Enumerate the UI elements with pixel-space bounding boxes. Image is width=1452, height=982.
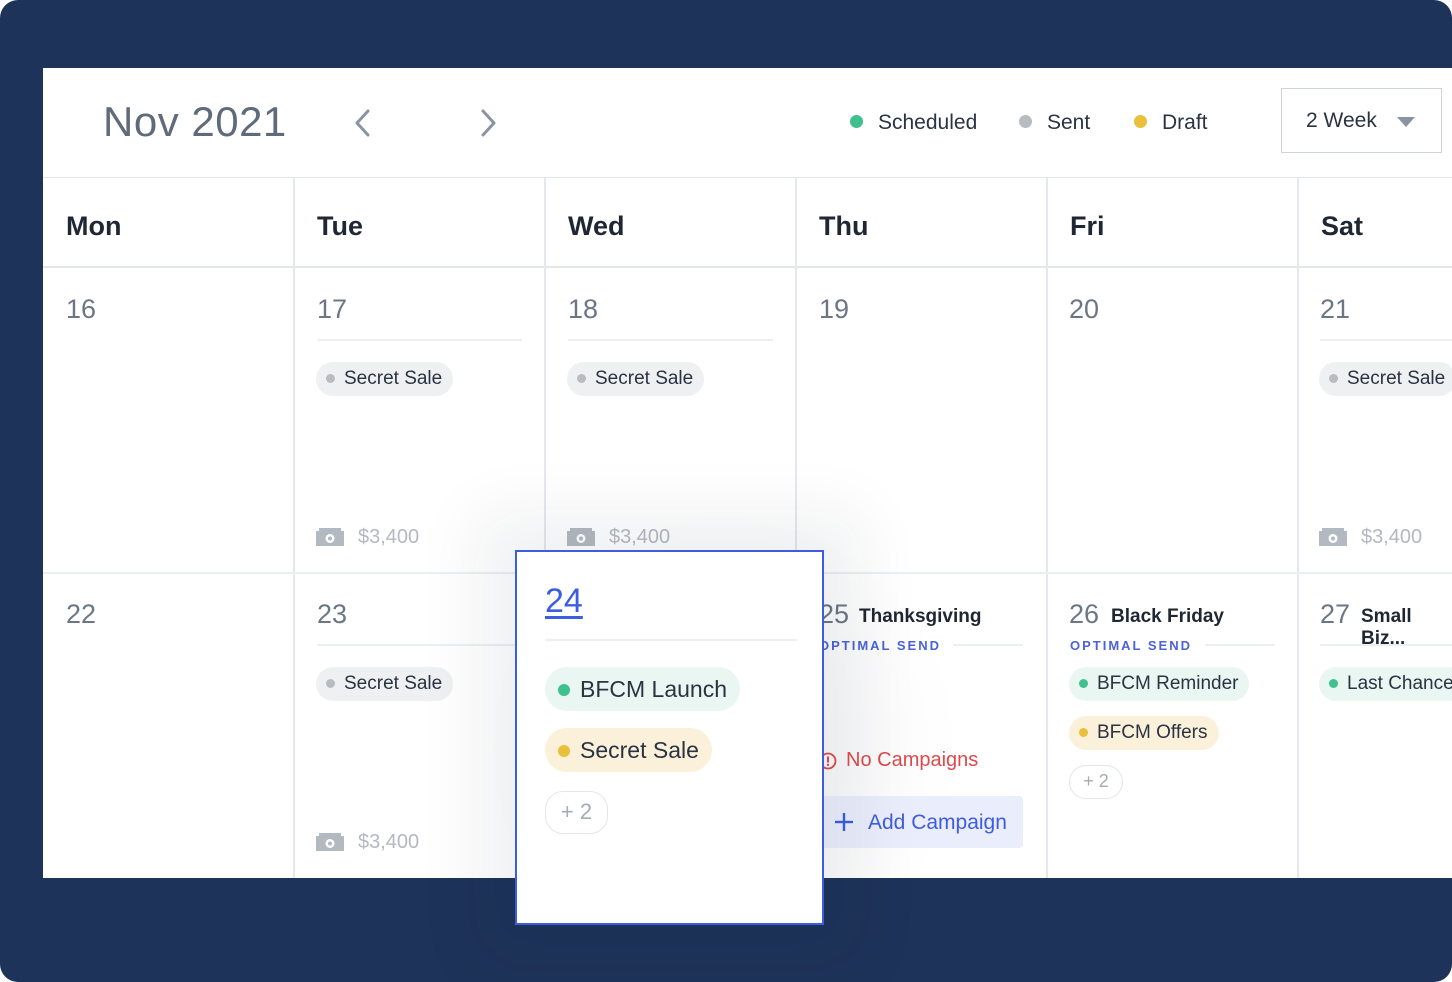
scheduled-dot-icon (558, 684, 570, 696)
dayhead-thu: Thu (796, 178, 1047, 268)
campaign-pill[interactable]: Secret Sale (316, 667, 454, 701)
calendar-header: Nov 2021 Scheduled Sent Draft 2 Week (43, 68, 1452, 178)
day-rule (317, 339, 522, 341)
draft-dot-icon (1079, 728, 1088, 737)
day-number: 22 (66, 599, 97, 629)
legend-scheduled: Scheduled (850, 111, 977, 135)
draft-dot-icon (1134, 115, 1147, 128)
campaign-pill[interactable]: Secret Sale (1319, 362, 1452, 396)
holiday-label: Thanksgiving (859, 606, 982, 627)
dayhead-tue: Tue (294, 178, 545, 268)
day-rule (1320, 339, 1452, 341)
more-campaigns-button[interactable]: + 2 (545, 791, 608, 834)
day-rule (1320, 644, 1452, 646)
dayhead-wed: Wed (545, 178, 796, 268)
grid-divider (1046, 178, 1048, 878)
day-number: 27 (1320, 599, 1351, 629)
day-detail-popup: 24 BFCM Launch Secret Sale + 2 (515, 550, 824, 925)
day-rule (953, 644, 1023, 646)
legend-sent: Sent (1019, 111, 1090, 135)
dayhead-mon: Mon (43, 178, 294, 268)
view-range-select[interactable]: 2 Week (1281, 88, 1442, 153)
legend-draft: Draft (1134, 111, 1208, 135)
prev-month-button[interactable] (349, 106, 377, 140)
day-rule (568, 339, 773, 341)
scheduled-dot-icon (1329, 679, 1338, 688)
sent-dot-icon (1019, 115, 1032, 128)
campaign-pill[interactable]: BFCM Launch (545, 667, 741, 711)
grid-divider (293, 178, 295, 878)
next-month-button[interactable] (474, 106, 502, 140)
day-rule (317, 644, 522, 646)
caret-down-icon (1397, 117, 1415, 127)
campaign-pill[interactable]: Secret Sale (545, 728, 712, 772)
day-number-link[interactable]: 24 (545, 582, 583, 621)
app-frame: Nov 2021 Scheduled Sent Draft 2 Week Mon… (0, 0, 1452, 982)
chevron-right-icon (481, 109, 496, 137)
campaign-pill[interactable]: BFCM Reminder (1069, 667, 1250, 701)
sent-dot-icon (1329, 374, 1338, 383)
money-icon (567, 528, 595, 546)
add-campaign-button[interactable]: Add Campaign (819, 796, 1023, 848)
campaign-pill[interactable]: Last Chance (1319, 667, 1452, 701)
money-icon (1319, 528, 1347, 546)
optimal-send-label: OPTIMAL SEND (819, 638, 941, 653)
day-number: 26 (1069, 599, 1100, 629)
view-range-value: 2 Week (1306, 109, 1377, 132)
day-rule (545, 639, 797, 641)
holiday-label: Black Friday (1111, 606, 1224, 627)
more-campaigns-button[interactable]: + 2 (1069, 765, 1123, 799)
money-icon (316, 528, 344, 546)
month-title: Nov 2021 (103, 98, 287, 145)
sent-dot-icon (326, 374, 335, 383)
plus-icon (835, 813, 853, 831)
dayhead-sat: Sat (1298, 178, 1452, 268)
scheduled-dot-icon (850, 115, 863, 128)
sent-dot-icon (326, 679, 335, 688)
day-number: 17 (317, 294, 348, 324)
day-number: 16 (66, 294, 97, 324)
draft-dot-icon (558, 745, 570, 757)
chevron-left-icon (355, 109, 370, 137)
campaign-pill[interactable]: Secret Sale (316, 362, 454, 396)
day-number: 19 (819, 294, 850, 324)
campaign-pill[interactable]: BFCM Offers (1069, 716, 1219, 750)
optimal-send-label: OPTIMAL SEND (1070, 638, 1192, 653)
day-number: 21 (1320, 294, 1351, 324)
day-number: 18 (568, 294, 599, 324)
campaign-pill[interactable]: Secret Sale (567, 362, 705, 396)
day-number: 23 (317, 599, 348, 629)
dayhead-fri: Fri (1047, 178, 1298, 268)
grid-divider (1297, 178, 1299, 878)
money-icon (316, 833, 344, 851)
scheduled-dot-icon (1079, 679, 1088, 688)
day-number: 20 (1069, 294, 1100, 324)
day-rule (1205, 644, 1275, 646)
sent-dot-icon (577, 374, 586, 383)
